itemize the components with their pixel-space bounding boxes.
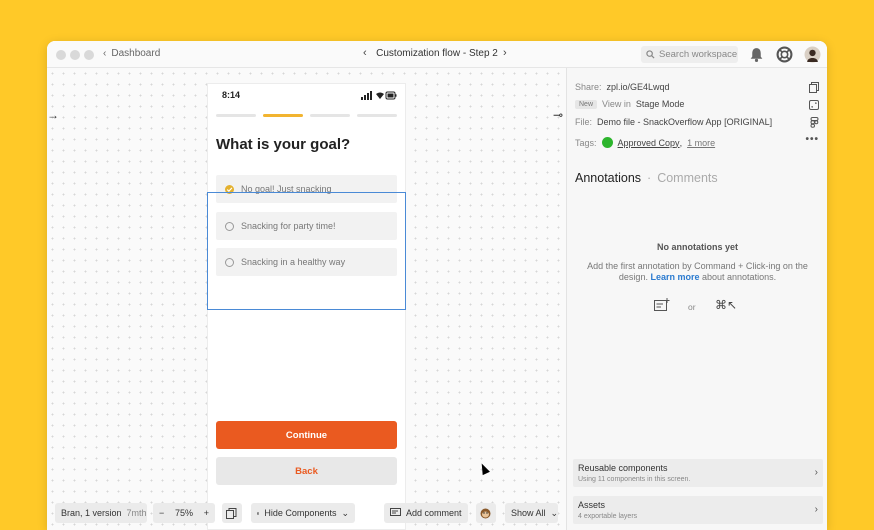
status-time: 8:14 — [222, 90, 241, 100]
file-row: File: Demo file - SnackOverflow App [ORI… — [575, 117, 772, 127]
search-input[interactable]: Search workspace — [641, 46, 738, 63]
panel-tabs: Annotations · Comments — [575, 171, 718, 185]
continue-button[interactable]: Continue — [216, 421, 397, 449]
expand-icon[interactable] — [809, 100, 819, 110]
share-label: Share: — [575, 82, 602, 92]
add-comment-label: Add comment — [406, 508, 462, 518]
mouse-cursor-icon — [478, 461, 490, 476]
version-age: 7mth — [126, 508, 147, 518]
tag-dot-icon — [601, 137, 613, 148]
zoom-control: − 75% + — [153, 503, 215, 523]
link-in-arrow-icon[interactable]: → — [47, 108, 59, 122]
progress-step-3 — [310, 114, 350, 117]
reusable-components-subtitle: Using 11 components in this screen. — [578, 476, 691, 483]
copy-icon — [226, 507, 237, 519]
app-window: ‹ Dashboard Customization flow - Step 2 … — [47, 41, 827, 530]
assets-card[interactable]: Assets 4 exportable layers › — [573, 496, 823, 524]
tab-comments[interactable]: Comments — [657, 171, 717, 185]
monkey-emoji-icon — [480, 508, 491, 518]
hide-components-label: Hide Components — [264, 508, 337, 518]
search-icon — [646, 50, 655, 59]
reusable-components-title: Reusable components — [578, 463, 668, 473]
tab-separator: · — [647, 171, 652, 185]
more-tags-link[interactable]: 1 more — [687, 138, 715, 148]
empty-state-text: Add the first annotation by Command + Cl… — [587, 261, 808, 284]
chevron-right-icon: › — [814, 504, 818, 515]
tag-comma: , — [679, 137, 683, 148]
reusable-components-card[interactable]: Reusable components Using 11 components … — [573, 459, 823, 487]
view-in-row: New View in Stage Mode — [575, 99, 684, 109]
file-link[interactable]: Demo file - SnackOverflow App [ORIGINAL] — [597, 117, 772, 127]
show-all-dropdown[interactable]: Show All ⌄ — [505, 503, 558, 523]
view-in-label: View in — [602, 99, 631, 109]
question-title: What is your goal? — [216, 136, 351, 153]
tags-label: Tags: — [575, 137, 597, 148]
or-label: or — [688, 302, 696, 312]
components-toggle-button[interactable] — [222, 503, 242, 523]
copy-link-icon[interactable] — [809, 82, 819, 93]
file-label: File: — [575, 117, 593, 127]
chevron-right-icon: › — [814, 467, 818, 478]
lifebuoy-icon[interactable] — [776, 46, 793, 63]
tags-row: Tags: Approved Copy, 1 more — [575, 137, 715, 148]
learn-more-link[interactable]: Learn more — [650, 272, 699, 282]
assets-subtitle: 4 exportable layers — [578, 513, 638, 520]
figma-icon[interactable] — [810, 117, 819, 128]
tab-annotations[interactable]: Annotations — [575, 171, 641, 185]
avatar[interactable] — [804, 46, 821, 63]
empty-state-title: No annotations yet — [656, 242, 738, 252]
design-canvas[interactable]: → ⊸ 8:14 What is your goal? No goal! Jus… — [47, 68, 566, 530]
progress-step-1 — [216, 114, 256, 117]
previous-screen-chevron-icon[interactable]: ‹ — [363, 47, 367, 59]
zoom-in-button[interactable]: + — [204, 508, 209, 518]
version-label: Bran, 1 version — [61, 508, 122, 518]
share-row: Share: zpl.io/GE4Lwqd — [575, 82, 670, 92]
empty-text-after: about annotations. — [702, 272, 777, 283]
next-screen-chevron-icon[interactable]: › — [503, 47, 507, 59]
progress-step-2-active — [263, 114, 303, 117]
inspector-panel: Share: zpl.io/GE4Lwqd New View in Stage … — [566, 68, 827, 530]
link-out-handle-icon[interactable]: ⊸ — [553, 108, 563, 122]
selection-highlight — [207, 192, 406, 310]
back-button[interactable]: Back — [216, 457, 397, 485]
share-link[interactable]: zpl.io/GE4Lwqd — [607, 82, 670, 92]
search-placeholder: Search workspace — [659, 49, 738, 60]
approved-copy-tag[interactable]: Approved Copy — [618, 138, 680, 148]
hide-components-dropdown[interactable]: Hide Components ⌄ — [251, 503, 355, 523]
emoji-button[interactable] — [476, 503, 496, 523]
bell-icon[interactable] — [748, 46, 765, 63]
status-icons — [361, 91, 397, 100]
command-click-shortcut: ⌘↖ — [715, 298, 738, 312]
grid-icon — [257, 511, 260, 515]
status-bar: 8:14 — [208, 90, 405, 104]
progress-step-4 — [357, 114, 397, 117]
comment-icon — [390, 508, 401, 516]
zoom-level: 75% — [174, 508, 193, 518]
add-annotation-icon[interactable] — [654, 298, 670, 312]
show-all-label: Show All — [511, 508, 546, 518]
version-pill[interactable]: Bran, 1 version 7mth — [55, 503, 147, 523]
zoom-out-button[interactable]: − — [159, 508, 164, 518]
stage-mode-link[interactable]: Stage Mode — [636, 99, 685, 109]
titlebar: ‹ Dashboard Customization flow - Step 2 … — [47, 41, 827, 68]
new-badge: New — [575, 99, 598, 109]
assets-title: Assets — [578, 500, 606, 510]
add-comment-button[interactable]: Add comment — [384, 503, 468, 523]
chevron-down-icon: ⌄ — [550, 507, 559, 518]
chevron-down-icon: ⌄ — [341, 507, 349, 518]
more-options-icon[interactable]: ••• — [805, 134, 819, 145]
bottom-toolbar: Bran, 1 version 7mth − 75% + Hide Compon… — [47, 503, 566, 530]
